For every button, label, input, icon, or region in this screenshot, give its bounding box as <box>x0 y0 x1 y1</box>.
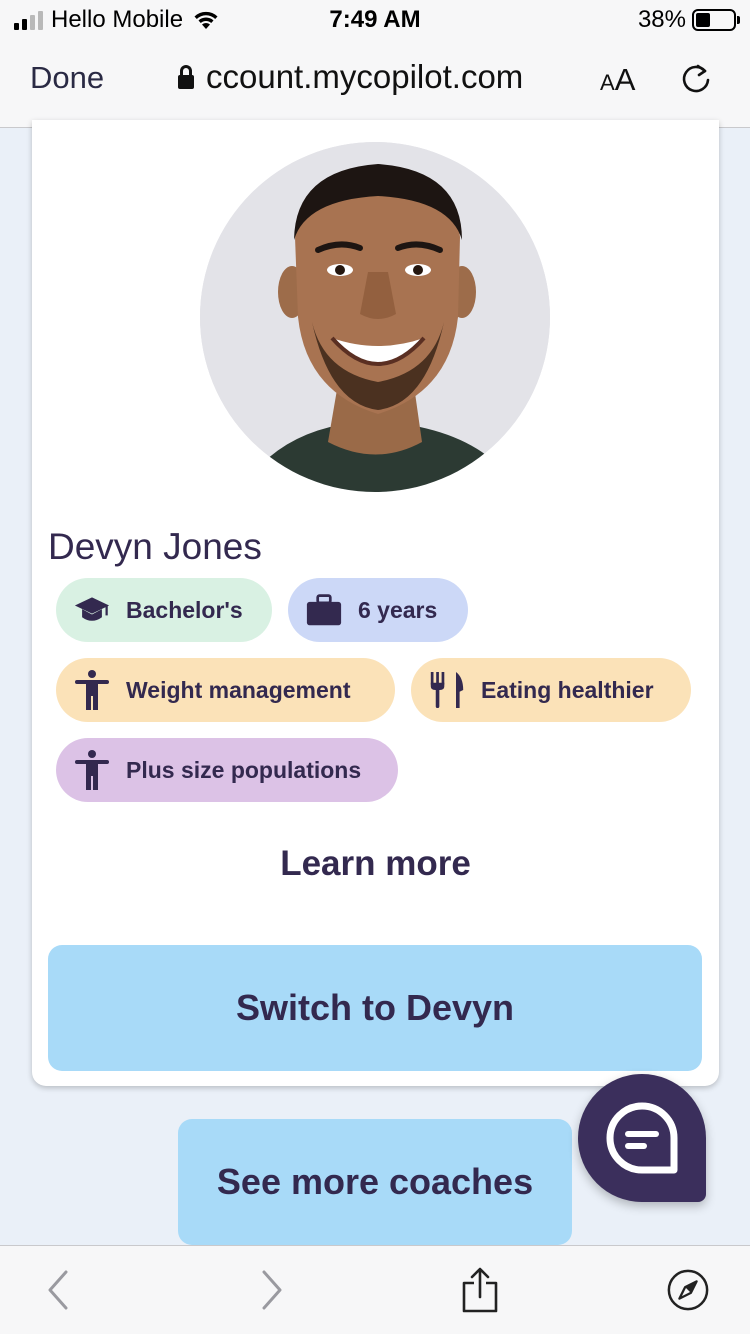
url-text: ccount.mycopilot.com <box>206 58 524 95</box>
coach-card: Devyn Jones Bachelor's 6 years Weight ma… <box>32 120 719 1086</box>
tag-label: 6 years <box>358 596 438 623</box>
person-icon <box>74 750 110 790</box>
status-bar: Hello Mobile 7:49 AM 38% <box>0 0 750 40</box>
back-icon[interactable] <box>36 1268 80 1312</box>
tag-label: Bachelor's <box>126 596 243 623</box>
see-more-coaches-button[interactable]: See more coaches <box>178 1119 572 1245</box>
chat-bubble-icon <box>606 1102 678 1174</box>
tag-education: Bachelor's <box>56 578 272 642</box>
address-bar[interactable]: ccount.mycopilot.com <box>178 58 523 96</box>
tag-weight-management: Weight management <box>56 658 395 722</box>
coach-name: Devyn Jones <box>48 526 262 567</box>
switch-coach-button[interactable]: Switch to Devyn <box>48 945 702 1071</box>
done-button[interactable]: Done <box>30 60 104 96</box>
tag-label: Plus size populations <box>126 756 362 783</box>
person-icon <box>74 670 110 710</box>
forward-icon[interactable] <box>250 1268 294 1312</box>
utensils-icon <box>429 670 465 710</box>
compass-icon[interactable] <box>666 1268 710 1312</box>
share-icon[interactable] <box>458 1267 502 1313</box>
browser-bar: Done ccount.mycopilot.com AA <box>0 40 750 128</box>
tag-plus-size: Plus size populations <box>56 738 398 802</box>
coach-photo <box>200 142 550 492</box>
text-size-large-glyph: A <box>614 62 636 97</box>
battery-level <box>696 13 710 27</box>
coach-avatar <box>200 142 550 492</box>
status-right: 38% <box>637 6 740 34</box>
battery-icon <box>692 9 740 31</box>
tag-eating-healthier: Eating healthier <box>411 658 691 722</box>
learn-more-link[interactable]: Learn more <box>32 844 719 884</box>
reload-icon[interactable] <box>678 60 714 96</box>
text-size-button[interactable]: AA <box>600 62 635 98</box>
lock-icon <box>178 65 194 89</box>
chat-button[interactable] <box>578 1074 706 1202</box>
graduation-cap-icon <box>74 590 110 630</box>
tag-label: Weight management <box>126 676 351 703</box>
battery-percent: 38% <box>637 6 686 33</box>
tag-label: Eating healthier <box>481 676 654 703</box>
briefcase-icon <box>306 590 342 630</box>
text-size-small-glyph: A <box>600 70 615 95</box>
browser-toolbar <box>0 1245 750 1334</box>
tag-experience: 6 years <box>288 578 468 642</box>
